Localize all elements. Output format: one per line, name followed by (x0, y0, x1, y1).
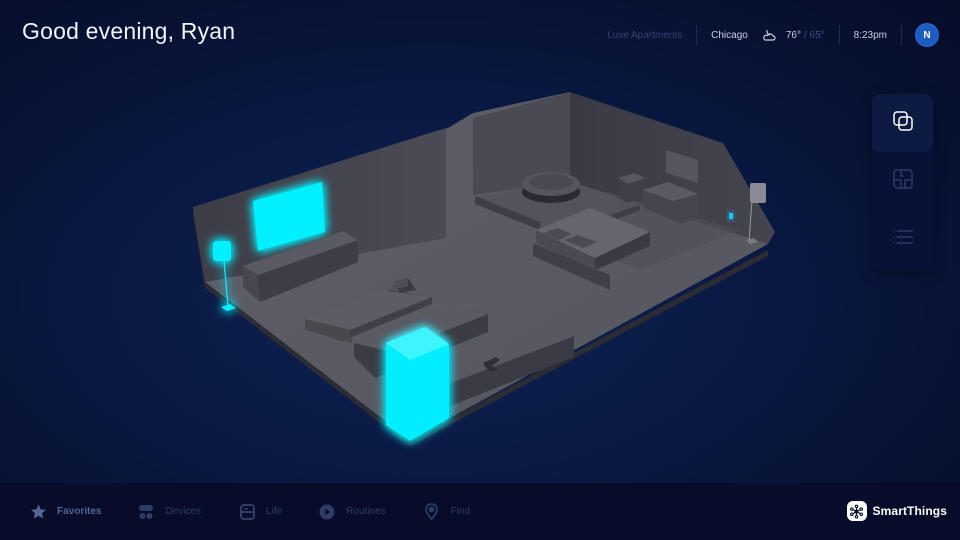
nav-label: Routines (346, 506, 386, 517)
home-3d-scene[interactable] (0, 0, 960, 480)
header-status-bar: Luxe Apartments Chicago 76° / 65° 8:23pm… (607, 21, 938, 49)
nav-label: Life (266, 506, 283, 517)
temperature-low: / 65° (803, 29, 825, 41)
list-view-icon (892, 229, 914, 250)
location-selector[interactable]: Luxe Apartments (607, 30, 682, 41)
life-icon (238, 503, 256, 521)
view-3d-button[interactable] (872, 94, 933, 152)
brand-name: SmartThings (872, 504, 947, 518)
header-divider (838, 25, 840, 45)
view-switcher (872, 94, 933, 270)
standby-indicator-light[interactable] (729, 213, 733, 219)
view-floorplan-button[interactable] (872, 152, 933, 210)
nav-routines[interactable]: Routines (318, 503, 386, 521)
nav-label: Find (450, 506, 471, 517)
nav-label: Favorites (57, 506, 102, 517)
nav-favorites[interactable]: Favorites (29, 503, 101, 521)
nav-devices[interactable]: Devices (137, 503, 201, 521)
play-icon (318, 503, 336, 521)
view-list-button[interactable] (872, 210, 933, 268)
avatar-initial: N (923, 29, 931, 41)
bathtub (522, 172, 580, 203)
header-divider (696, 25, 698, 45)
user-avatar[interactable]: N (916, 24, 938, 46)
header-divider (901, 25, 902, 45)
temperature-high: 76° (785, 29, 801, 41)
nav-life[interactable]: Life (238, 503, 282, 521)
weather-city: Chicago (711, 29, 748, 41)
smartthings-icon (846, 501, 867, 521)
3d-view-icon (892, 110, 914, 137)
nav-label: Devices (165, 506, 202, 517)
location-pin-icon (423, 503, 441, 521)
star-icon (29, 503, 47, 521)
bottom-navigation: Favorites Devices Life Routines Find (0, 483, 960, 540)
greeting-title: Good evening, Ryan (22, 18, 236, 44)
smartthings-logo: SmartThings (846, 501, 947, 521)
air-purifier-glowing[interactable] (386, 327, 449, 441)
devices-icon (137, 503, 155, 521)
floorplan-icon (892, 168, 913, 194)
night-cloud-icon (762, 28, 776, 42)
current-time: 8:23pm (853, 29, 887, 41)
nav-find[interactable]: Find (423, 503, 470, 521)
